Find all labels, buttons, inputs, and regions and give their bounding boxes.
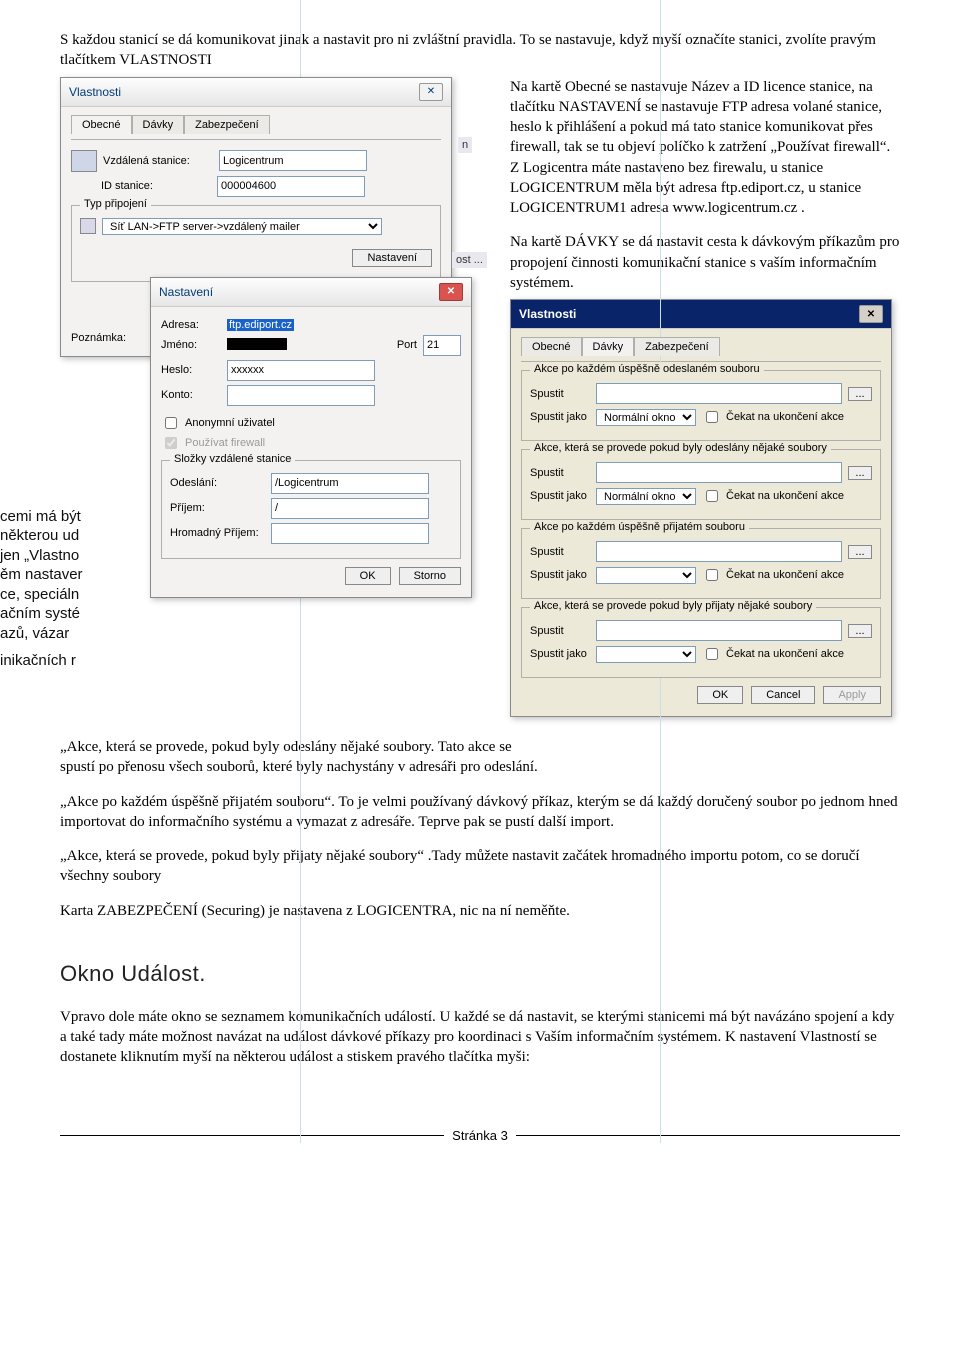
select-window[interactable]: Normální okno (596, 409, 696, 426)
input-hromadny[interactable] (271, 523, 429, 544)
label-spustit: Spustit (530, 625, 590, 637)
para-after-2: „Akce po každém úspěšně přijatém souboru… (60, 792, 900, 833)
input-spustit[interactable] (596, 383, 842, 404)
label-spustit: Spustit (530, 546, 590, 558)
window-title: Vlastnosti (69, 85, 121, 99)
tab-obecne[interactable]: Obecné (71, 115, 132, 134)
section-body: Vpravo dole máte okno se seznamem komuni… (60, 1007, 900, 1068)
input-spustit[interactable] (596, 541, 842, 562)
label-prijem: Příjem: (170, 502, 265, 514)
input-spustit[interactable] (596, 620, 842, 641)
label-adresa: Adresa: (161, 319, 221, 331)
select-window[interactable] (596, 646, 696, 663)
window-nastaveni: Nastavení ✕ Adresa: ftp.ediport.cz Jméno… (150, 277, 472, 598)
section-title: Okno Událost. (60, 961, 900, 987)
input-port[interactable] (423, 335, 461, 356)
label-firewall: Používat firewall (185, 437, 265, 449)
group-slozky: Složky vzdálené stanice (170, 453, 295, 465)
tab-zabezpeceni[interactable]: Zabezpečení (184, 115, 270, 134)
group-title: Akce, která se provede pokud byly přijat… (530, 600, 816, 612)
close-icon[interactable]: ✕ (419, 83, 443, 101)
select-connection[interactable]: Síť LAN->FTP server->vzdálený mailer (102, 218, 382, 235)
label-spustit: Spustit (530, 467, 590, 479)
para-after-3: „Akce, která se provede, pokud byly přij… (60, 846, 900, 887)
tab-zabezpeceni[interactable]: Zabezpečení (634, 337, 720, 356)
input-spustit[interactable] (596, 462, 842, 483)
label-jmeno: Jméno: (161, 339, 221, 351)
input-id[interactable] (217, 176, 365, 197)
right-para-1: Na kartě Obecné se nastavuje Název a ID … (510, 77, 900, 219)
checkbox-cekat[interactable] (706, 569, 718, 581)
group-title: Akce po každém úspěšně odeslaném souboru (530, 363, 764, 375)
input-vzdalena[interactable] (219, 150, 367, 171)
label-vzdalena: Vzdálená stanice: (103, 155, 213, 167)
button-apply: Apply (823, 686, 881, 704)
button-cancel[interactable]: Cancel (751, 686, 815, 704)
label-poznamka: Poznámka: (71, 332, 131, 344)
tab-davky[interactable]: Dávky (132, 115, 185, 134)
button-ok[interactable]: OK (345, 567, 391, 585)
window-title: Nastavení (159, 285, 213, 299)
checkbox-cekat[interactable] (706, 648, 718, 660)
group-typ-pripojeni: Typ připojení (80, 198, 151, 210)
group-title: Akce, která se provede pokud byly odeslá… (530, 442, 831, 454)
label-spustit-jako: Spustit jako (530, 648, 590, 660)
tabs: Obecné Dávky Zabezpečení (71, 115, 441, 134)
label-spustit-jako: Spustit jako (530, 411, 590, 423)
select-window[interactable] (596, 567, 696, 584)
label-hromadny: Hromadný Příjem: (170, 527, 265, 539)
page-number: Stránka 3 (452, 1128, 508, 1143)
select-window[interactable]: Normální okno (596, 488, 696, 505)
input-odeslani[interactable] (271, 473, 429, 494)
intro-text: S každou stanicí se dá komunikovat jinak… (60, 30, 900, 71)
button-nastaveni[interactable]: Nastavení (352, 249, 432, 267)
input-adresa[interactable]: ftp.ediport.cz (227, 319, 294, 331)
close-icon[interactable]: ✕ (439, 283, 463, 301)
label-anon: Anonymní uživatel (185, 417, 275, 429)
bg-frag: n (458, 137, 472, 153)
label-id: ID stanice: (101, 180, 211, 192)
close-icon[interactable]: ✕ (859, 305, 883, 323)
network-icon (80, 218, 96, 234)
input-jmeno[interactable] (227, 338, 307, 353)
window-title: Vlastnosti (519, 307, 576, 321)
tab-obecne[interactable]: Obecné (521, 337, 582, 356)
browse-button[interactable]: ... (848, 624, 872, 638)
label-heslo: Heslo: (161, 364, 221, 376)
label-spustit: Spustit (530, 388, 590, 400)
browse-button[interactable]: ... (848, 466, 872, 480)
label-port: Port (397, 339, 417, 351)
input-heslo[interactable] (227, 360, 375, 381)
checkbox-cekat[interactable] (706, 490, 718, 502)
page-footer: Stránka 3 (60, 1128, 900, 1143)
checkbox-anon[interactable] (165, 417, 177, 429)
checkbox-cekat[interactable] (706, 411, 718, 423)
label-odeslani: Odeslání: (170, 477, 265, 489)
input-prijem[interactable] (271, 498, 429, 519)
cut-text: cemi má být některou ud jen „Vlastno ěm … (0, 507, 130, 671)
station-icon (71, 150, 97, 172)
right-para-2: Na kartě DÁVKY se dá nastavit cesta k dá… (510, 232, 900, 293)
bg-frag: ost ... (452, 252, 487, 268)
group-title: Akce po každém úspěšně přijatém souboru (530, 521, 749, 533)
tab-davky[interactable]: Dávky (582, 337, 635, 356)
para-after-4: Karta ZABEZPEČENÍ (Securing) je nastaven… (60, 901, 900, 921)
label-konto: Konto: (161, 389, 221, 401)
window-davky: Vlastnosti ✕ Obecné Dávky Zabezpečení Ak… (510, 299, 892, 717)
browse-button[interactable]: ... (848, 387, 872, 401)
input-konto[interactable] (227, 385, 375, 406)
browse-button[interactable]: ... (848, 545, 872, 559)
button-storno[interactable]: Storno (399, 567, 461, 585)
label-spustit-jako: Spustit jako (530, 490, 590, 502)
label-spustit-jako: Spustit jako (530, 569, 590, 581)
checkbox-firewall (165, 437, 177, 449)
button-ok[interactable]: OK (697, 686, 743, 704)
